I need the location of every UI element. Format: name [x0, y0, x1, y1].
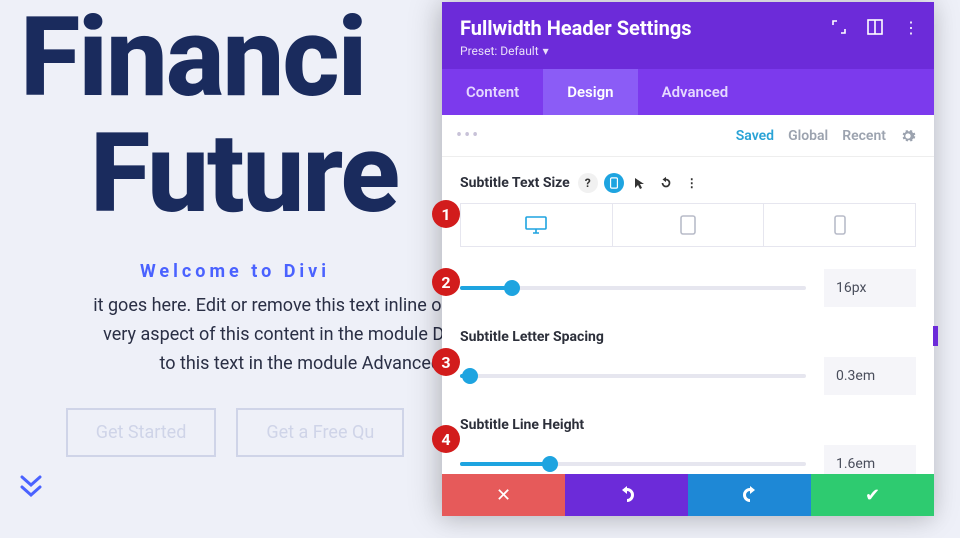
- subtitle-text-size-label: Subtitle Text Size ? ⋮: [460, 173, 916, 193]
- help-icon[interactable]: ?: [578, 173, 598, 193]
- subtitle-line-height-value[interactable]: 1.6em: [824, 445, 916, 474]
- undo-button[interactable]: [565, 474, 688, 516]
- columns-icon[interactable]: [866, 18, 884, 36]
- subtitle-line-height-control: 1.6em: [460, 445, 916, 474]
- save-button[interactable]: ✔: [811, 474, 934, 516]
- cursor-icon[interactable]: [630, 173, 650, 193]
- reset-icon[interactable]: [656, 173, 676, 193]
- tab-advanced[interactable]: Advanced: [638, 69, 753, 115]
- subtitle-text-size-value[interactable]: 16px: [824, 269, 916, 307]
- callout-3: 3: [432, 348, 460, 376]
- subtitle-letter-spacing-slider[interactable]: [460, 374, 806, 378]
- cancel-button[interactable]: ✕: [442, 474, 565, 516]
- expand-icon[interactable]: [830, 18, 848, 36]
- subtitle-letter-spacing-control: 0.3em: [460, 357, 916, 395]
- drag-handle-icon[interactable]: •••: [456, 125, 480, 146]
- filter-global[interactable]: Global: [788, 128, 828, 144]
- subtitle-line-height-slider[interactable]: [460, 462, 806, 466]
- panel-tabs: Content Design Advanced: [442, 69, 934, 115]
- filter-recent[interactable]: Recent: [842, 128, 886, 144]
- callout-1: 1: [432, 200, 460, 228]
- subtitle-text-size-slider[interactable]: [460, 286, 806, 290]
- desktop-tab[interactable]: [461, 204, 613, 246]
- resize-handle[interactable]: [933, 326, 938, 346]
- filter-bar: ••• Saved Global Recent: [442, 115, 934, 157]
- settings-panel: Fullwidth Header Settings Preset: Defaul…: [442, 2, 934, 516]
- tab-design[interactable]: Design: [543, 69, 637, 115]
- hero-subtitle: Welcome to Divi: [20, 261, 450, 282]
- responsive-tabs: [460, 203, 916, 247]
- subtitle-letter-spacing-label: Subtitle Letter Spacing: [460, 329, 916, 345]
- scroll-down-icon[interactable]: [20, 475, 450, 499]
- hero-buttons: Get Started Get a Free Qu: [20, 408, 450, 457]
- tab-content[interactable]: Content: [442, 69, 543, 115]
- preset-dropdown[interactable]: Preset: Default ▾: [460, 44, 549, 58]
- gear-icon[interactable]: [900, 128, 916, 144]
- subtitle-line-height-label: Subtitle Line Height: [460, 417, 916, 433]
- panel-footer: ✕ ✔: [442, 474, 934, 516]
- panel-body: Subtitle Text Size ? ⋮: [442, 157, 934, 474]
- callout-4: 4: [432, 425, 460, 453]
- get-started-button[interactable]: Get Started: [66, 408, 217, 457]
- phone-icon[interactable]: [604, 173, 624, 193]
- panel-header: Fullwidth Header Settings Preset: Defaul…: [442, 2, 934, 69]
- redo-button[interactable]: [688, 474, 811, 516]
- subtitle-text-size-control: 16px: [460, 269, 916, 307]
- get-quote-button[interactable]: Get a Free Qu: [236, 408, 404, 457]
- tablet-tab[interactable]: [613, 204, 765, 246]
- phone-tab[interactable]: [764, 204, 915, 246]
- callout-2: 2: [432, 268, 460, 296]
- caret-down-icon: ▾: [543, 44, 549, 58]
- filter-saved[interactable]: Saved: [736, 128, 774, 144]
- more-options-icon[interactable]: ⋮: [682, 173, 702, 193]
- more-icon[interactable]: ⋮: [902, 18, 920, 36]
- subtitle-letter-spacing-value[interactable]: 0.3em: [824, 357, 916, 395]
